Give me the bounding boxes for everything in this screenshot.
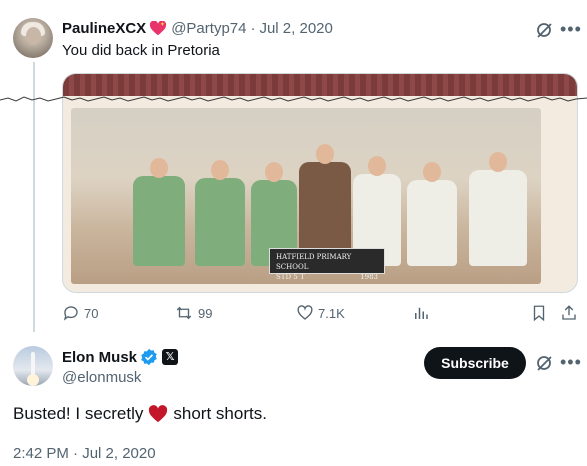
grok-icon[interactable]: [534, 20, 554, 40]
repost-count: 99: [198, 305, 213, 321]
sign-school-name: HATFIELD PRIMARY SCHOOL: [276, 253, 352, 271]
tweet-text: You did back in Pretoria: [62, 42, 220, 59]
avatar[interactable]: [13, 18, 53, 58]
like-count: 7.1K: [318, 305, 345, 321]
heart-outline-icon: [297, 305, 313, 320]
photo-curtain: [63, 74, 577, 96]
sign-class: STD 5 T: [276, 273, 305, 281]
class-photo: HATFIELD PRIMARY SCHOOL STD 5 T 1983: [71, 108, 541, 284]
handle[interactable]: @elonmusk: [62, 369, 141, 386]
reply-icon: [63, 306, 78, 321]
tweet-text: Busted! I secretly short shorts.: [13, 404, 267, 424]
avatar[interactable]: [13, 346, 53, 386]
tweet-date[interactable]: Jul 2, 2020: [259, 20, 332, 37]
main-tweet-header: Elon Musk 𝕏: [62, 348, 179, 366]
repost-button[interactable]: 99: [174, 304, 212, 322]
sparkling-heart-icon: [150, 20, 167, 35]
red-heart-emoji-icon: [149, 405, 168, 423]
sign-year: 1983: [360, 273, 378, 281]
x-affiliation-badge[interactable]: 𝕏: [162, 349, 179, 365]
views-icon: [415, 307, 428, 319]
parent-tweet-header: PaulineXCX @Partyp74 · Jul 2, 2020: [62, 20, 333, 37]
more-options-icon[interactable]: •••: [560, 352, 581, 372]
handle[interactable]: @Partyp74: [171, 20, 246, 37]
separator: ·: [250, 20, 256, 37]
views-button[interactable]: [412, 304, 434, 322]
display-name[interactable]: Elon Musk: [62, 349, 137, 366]
reply-count: 70: [84, 305, 99, 321]
repost-icon: [176, 306, 192, 320]
tweet-text-part1: Busted! I secretly: [13, 404, 144, 423]
share-icon: [562, 305, 576, 320]
tweet-action-bar: 70 99 7.1K: [62, 304, 582, 324]
share-button[interactable]: [560, 304, 582, 322]
subscribe-button[interactable]: Subscribe: [424, 347, 526, 379]
torn-edge: [0, 96, 587, 102]
reply-button[interactable]: 70: [62, 304, 98, 322]
school-sign: HATFIELD PRIMARY SCHOOL STD 5 T 1983: [269, 248, 385, 281]
tweet-timestamp[interactable]: 2:42 PM · Jul 2, 2020: [13, 445, 156, 462]
grok-icon[interactable]: [534, 353, 554, 373]
tweet-text-part2: short shorts.: [173, 404, 267, 423]
bookmark-icon: [533, 305, 545, 322]
bookmark-button[interactable]: [530, 304, 552, 322]
display-name[interactable]: PaulineXCX: [62, 20, 146, 37]
verified-badge-icon[interactable]: [140, 348, 158, 366]
more-options-icon[interactable]: •••: [560, 19, 581, 39]
tweet-photo[interactable]: HATFIELD PRIMARY SCHOOL STD 5 T 1983: [62, 73, 578, 293]
like-button[interactable]: 7.1K: [296, 304, 345, 322]
